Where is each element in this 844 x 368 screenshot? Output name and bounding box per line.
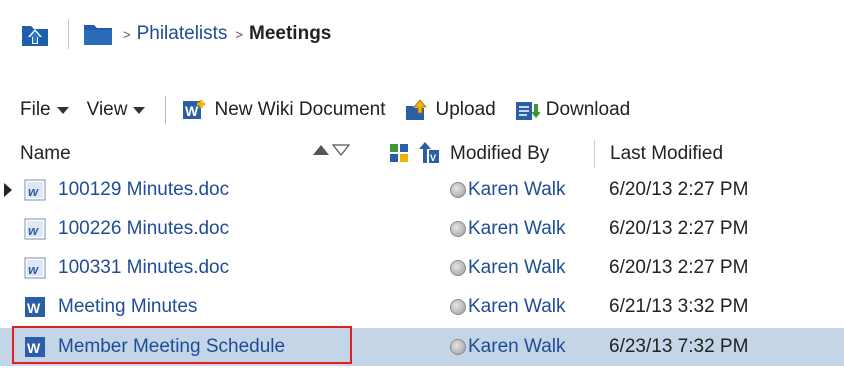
view-menu[interactable]: View (87, 99, 146, 121)
breadcrumb-current: Meetings (249, 23, 332, 44)
last-modified-date: 6/20/13 2:27 PM (609, 257, 749, 278)
presence-icon (450, 299, 466, 315)
chevron-down-icon (56, 106, 69, 114)
svg-text:W: W (185, 103, 199, 119)
column-divider (594, 140, 595, 168)
presence-icon (450, 260, 466, 276)
modified-by-link[interactable]: Karen Walk (468, 336, 566, 358)
version-sort-icon[interactable]: V (418, 140, 440, 166)
file-name-link[interactable]: 100331 Minutes.doc (58, 257, 229, 279)
breadcrumb-divider (68, 19, 69, 49)
current-row-pointer-icon (4, 183, 12, 197)
breadcrumb-separator: > (123, 26, 131, 42)
modified-by-link[interactable]: Karen Walk (468, 296, 566, 318)
column-name-header[interactable]: Name (20, 143, 71, 165)
download-label: Download (545, 99, 631, 120)
new-wiki-document-label: New Wiki Document (214, 99, 386, 120)
upload-label: Upload (435, 99, 496, 120)
up-folder-icon[interactable] (20, 19, 50, 49)
toolbar-divider (165, 96, 167, 124)
toolbar: File View W New Wiki Document Upload Dow… (20, 92, 844, 128)
folder-icon[interactable] (83, 21, 113, 47)
upload-button[interactable]: Upload (404, 98, 496, 122)
svg-text:w: w (28, 262, 39, 277)
list-item-selected[interactable]: W Member Meeting Schedule Karen Walk 6/2… (0, 326, 844, 366)
wiki-page-icon: W (25, 337, 45, 357)
last-modified-date: 6/23/13 7:32 PM (609, 336, 749, 357)
sort-controls[interactable] (312, 142, 350, 158)
file-menu-label: File (20, 99, 51, 120)
breadcrumb-separator: > (235, 26, 244, 42)
wiki-page-icon: W (25, 297, 45, 317)
list-item[interactable]: W Meeting Minutes Karen Walk 6/21/13 3:3… (0, 288, 844, 326)
upload-icon (405, 99, 427, 120)
file-name-link[interactable]: Member Meeting Schedule (58, 336, 285, 358)
breadcrumb: > Philatelists > Meetings (20, 14, 844, 54)
download-icon (515, 102, 540, 120)
svg-text:W: W (27, 340, 41, 356)
svg-text:w: w (28, 184, 39, 199)
svg-text:w: w (28, 223, 39, 238)
file-menu[interactable]: File (20, 99, 69, 121)
file-name-link[interactable]: Meeting Minutes (58, 296, 197, 318)
new-wiki-icon: W (183, 100, 206, 119)
svg-text:V: V (430, 153, 436, 163)
last-modified-date: 6/20/13 2:27 PM (609, 179, 749, 200)
presence-icon (450, 221, 466, 237)
list-item[interactable]: w 100331 Minutes.doc Karen Walk 6/20/13 … (0, 249, 844, 287)
modified-by-link[interactable]: Karen Walk (468, 179, 566, 201)
file-name-link[interactable]: 100226 Minutes.doc (58, 218, 229, 240)
svg-text:W: W (27, 300, 41, 316)
word-doc-icon: w (24, 257, 46, 279)
download-button[interactable]: Download (514, 98, 631, 122)
sort-descending-icon[interactable] (332, 142, 350, 158)
last-modified-date: 6/20/13 2:27 PM (609, 218, 749, 239)
column-last-modified-header[interactable]: Last Modified (610, 143, 723, 165)
word-doc-icon: w (24, 218, 46, 240)
file-name-link[interactable]: 100129 Minutes.doc (58, 179, 229, 201)
list-item[interactable]: w 100129 Minutes.doc Karen Walk 6/20/13 … (0, 171, 844, 209)
column-modified-by-header[interactable]: Modified By (450, 143, 549, 165)
new-wiki-document-button[interactable]: W New Wiki Document (182, 98, 386, 122)
view-menu-label: View (86, 99, 128, 120)
chevron-down-icon (133, 106, 146, 114)
presence-icon (450, 339, 466, 355)
details-toggle-icon[interactable] (388, 142, 410, 164)
column-header: Name V Modified By Last Modified (20, 138, 840, 170)
list-item[interactable]: w 100226 Minutes.doc Karen Walk 6/20/13 … (0, 210, 844, 248)
sort-ascending-icon[interactable] (312, 142, 330, 158)
last-modified-date: 6/21/13 3:32 PM (609, 296, 749, 317)
breadcrumb-link-philatelists[interactable]: Philatelists (137, 23, 228, 45)
word-doc-icon: w (24, 179, 46, 201)
presence-icon (450, 182, 466, 198)
modified-by-link[interactable]: Karen Walk (468, 218, 566, 240)
modified-by-link[interactable]: Karen Walk (468, 257, 566, 279)
